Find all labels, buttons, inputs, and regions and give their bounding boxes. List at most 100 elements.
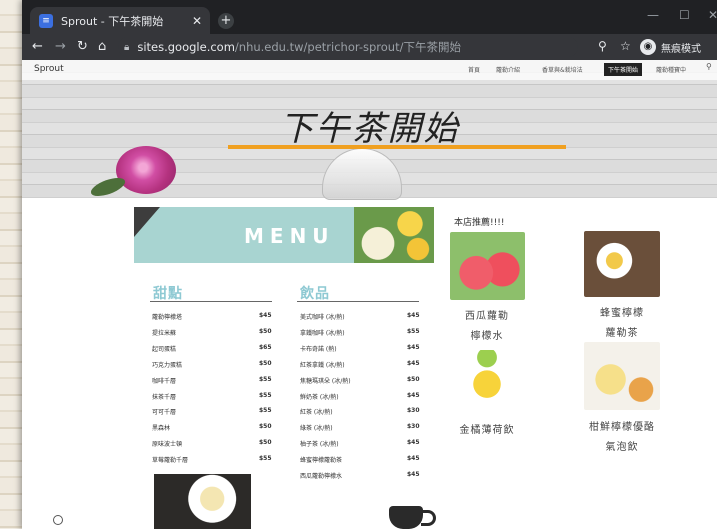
forward-icon[interactable]: →: [55, 39, 66, 54]
rec-name-watermelon-2: 檸檬水: [470, 331, 504, 342]
drink-item-name: 鮮奶茶 (冰/熱): [300, 393, 339, 401]
menu-banner: MENU: [134, 207, 434, 263]
dessert-item-price: $55: [259, 407, 272, 415]
site-name[interactable]: Sprout: [34, 64, 64, 74]
drink-item-price: $45: [407, 439, 420, 447]
banner-corner: [134, 207, 160, 237]
nav-afternoon-tea[interactable]: 下午茶開始: [604, 63, 643, 76]
maximize-icon[interactable]: ☐: [679, 8, 690, 22]
rec-name-honey-1: 蜂蜜檸檬: [600, 308, 644, 319]
rec-name-honey-2: 蘿勒茶: [605, 328, 639, 339]
zoom-icon[interactable]: ⚲: [598, 39, 607, 53]
desserts-divider: [150, 301, 272, 302]
dessert-item-name: 蘿勒檸檬塔: [152, 314, 183, 321]
peony-flower-image: [116, 146, 176, 194]
bookmark-star-icon[interactable]: ☆: [620, 39, 631, 53]
watermelon-drink-image: [450, 232, 525, 300]
honey-lemon-tea-image: [584, 231, 660, 297]
dessert-item-name: 咖啡千層: [152, 377, 177, 385]
dessert-item-name: 草莓蘿勒千層: [152, 457, 189, 465]
drink-item-name: 美式咖啡 (冰/熱): [300, 314, 345, 321]
dessert-item-name: 抹茶千層: [152, 393, 177, 401]
drink-item-price: $45: [407, 471, 420, 478]
drink-item-name: 蜂蜜檸檬蘿勒茶: [300, 457, 343, 465]
incognito-indicator[interactable]: ◉ 無痕模式: [640, 38, 701, 56]
drink-item-price: $55: [407, 327, 420, 335]
incognito-icon: ◉: [640, 39, 656, 55]
sites-favicon-icon: ≡: [39, 13, 53, 28]
drink-item-price: $45: [407, 391, 420, 399]
nav-basil-intro[interactable]: 蘿勒介紹: [496, 65, 520, 74]
drink-item-price: $30: [407, 423, 420, 431]
yogurt-soda-image: [584, 342, 660, 410]
nav-herbs[interactable]: 香草與&栽培法: [542, 65, 583, 74]
dessert-item-name: 黑森林: [152, 425, 171, 433]
drink-item-name: 焦糖瑪琪朵 (冰/熱): [300, 377, 351, 385]
rec-name-yogurt-2: 氣泡飲: [605, 442, 639, 453]
url-host: sites.google.com: [137, 40, 235, 54]
rec-name-kumquat: 金橘薄荷飲: [459, 425, 515, 436]
home-icon[interactable]: ⌂: [98, 39, 106, 54]
page-title: 下午茶開始: [279, 109, 460, 149]
dessert-item-name: 起司蛋糕: [152, 345, 177, 353]
drink-item-price: $30: [407, 407, 420, 415]
drink-item-name: 西瓜蘿勒檸檬水: [300, 473, 343, 480]
close-tab-icon[interactable]: ✕: [192, 14, 202, 28]
browser-toolbar: ← → ↻ ⌂ 🔒︎ sites.google.com/nhu.edu.tw/p…: [22, 34, 717, 60]
dessert-item-price: $55: [259, 375, 272, 383]
drink-item-name: 紅茶拿鐵 (冰/熱): [300, 361, 345, 369]
desserts-title: 甜點: [153, 286, 183, 302]
reload-icon[interactable]: ↻: [77, 39, 88, 54]
browser-window: ≡ Sprout - 下午茶開始 ✕ + — ☐ ✕ ← → ↻ ⌂ 🔒︎ si…: [22, 0, 717, 529]
url-path: /nhu.edu.tw/petrichor-sprout/下午茶開始: [234, 40, 461, 54]
new-tab-icon[interactable]: +: [218, 13, 234, 29]
rec-name-yogurt-1: 柑鮮檸檬優酪: [589, 422, 655, 433]
drink-item-price: $50: [407, 375, 420, 383]
tab-title: Sprout - 下午茶開始: [61, 14, 164, 28]
dessert-item-price: $50: [259, 439, 272, 447]
info-icon[interactable]: [53, 515, 63, 525]
dessert-item-price: $50: [259, 327, 272, 335]
minimize-icon[interactable]: —: [647, 8, 659, 22]
drink-item-name: 綠茶 (冰/熱): [300, 425, 333, 433]
dessert-item-price: $45: [259, 312, 272, 319]
drinks-divider: [297, 301, 419, 302]
drink-item-name: 卡布奇諾 (熱): [300, 345, 337, 353]
drinks-title: 飲品: [300, 286, 330, 302]
tab-strip: ≡ Sprout - 下午茶開始 ✕ + — ☐ ✕: [22, 0, 717, 34]
dessert-item-price: $50: [259, 359, 272, 367]
drink-item-price: $45: [407, 343, 420, 351]
title-underline: [228, 145, 566, 149]
dessert-item-name: 原味波士頓: [152, 441, 183, 449]
drink-item-name: 柚子茶 (冰/熱): [300, 441, 339, 449]
lock-icon: 🔒︎: [124, 41, 130, 53]
dessert-item-price: $55: [259, 455, 272, 463]
close-window-icon[interactable]: ✕: [708, 8, 717, 22]
drink-item-name: 紅茶 (冰/熱): [300, 409, 333, 417]
back-icon[interactable]: ←: [32, 39, 43, 54]
search-icon[interactable]: ⚲: [706, 62, 712, 71]
drink-item-price: $45: [407, 359, 420, 367]
rec-name-watermelon-1: 西瓜蘿勒: [465, 311, 509, 322]
cup-handle: [421, 510, 436, 526]
dessert-item-price: $50: [259, 423, 272, 431]
coffee-cup-image: [389, 506, 423, 529]
drink-item-price: $45: [407, 455, 420, 463]
recommend-heading: 本店推薦!!!!: [454, 218, 505, 228]
dessert-item-name: 巧克力蛋糕: [152, 361, 183, 369]
dessert-item-name: 提拉米蘇: [152, 329, 177, 337]
kumquat-mint-drink-image: [462, 350, 512, 412]
drink-item-name: 拿鐵咖啡 (冰/熱): [300, 329, 345, 337]
menu-word: MENU: [244, 224, 335, 248]
drink-item-price: $45: [407, 312, 420, 319]
dessert-item-name: 可可千層: [152, 409, 177, 417]
dessert-photo: [154, 474, 251, 529]
dessert-item-price: $65: [259, 343, 272, 351]
incognito-label: 無痕模式: [661, 43, 701, 55]
tea-photo: [354, 207, 434, 263]
site-header: Sprout 首頁 蘿勒介紹 香草與&栽培法 下午茶開始 蘿勒種寶中 ⚲: [22, 60, 717, 80]
nav-basil-planting[interactable]: 蘿勒種寶中: [656, 65, 686, 74]
browser-tab[interactable]: ≡ Sprout - 下午茶開始 ✕: [30, 7, 210, 34]
nav-home[interactable]: 首頁: [468, 65, 480, 74]
address-bar[interactable]: 🔒︎ sites.google.com/nhu.edu.tw/petrichor…: [118, 37, 578, 57]
